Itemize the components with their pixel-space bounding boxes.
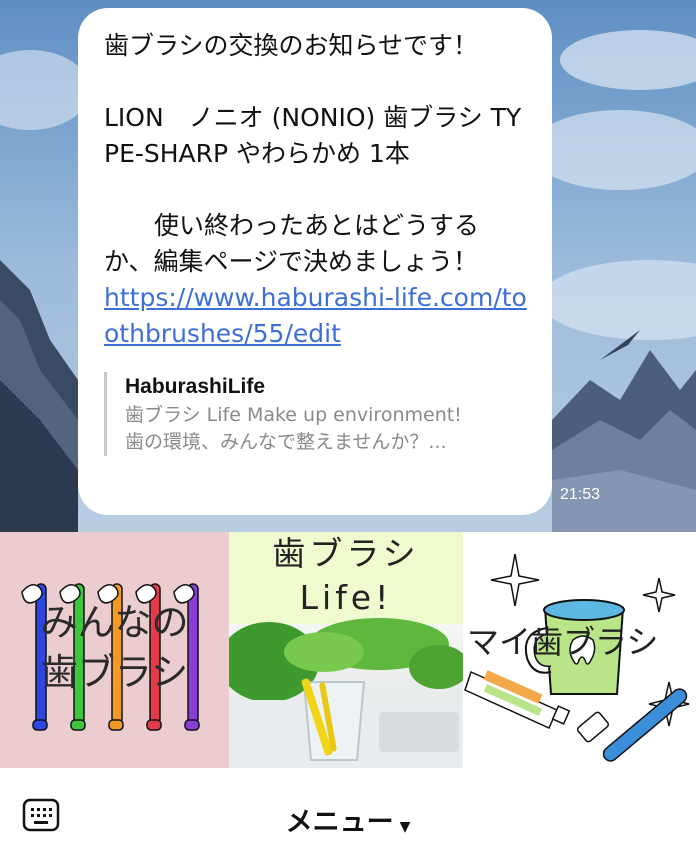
chat-area[interactable]: 歯ブラシの交換のお知らせです！ LION ノニオ (NONIO) 歯ブラシ TY…: [0, 0, 696, 532]
rich-menu: みんなの 歯ブラシ 歯ブラシ Life! マイ歯ブラシ: [0, 532, 696, 768]
rich-menu-haburashi-life[interactable]: 歯ブラシ Life!: [229, 532, 463, 768]
rich-menu-everyone-toothbrush[interactable]: みんなの 歯ブラシ: [0, 532, 229, 768]
rich-menu-label-everyone: みんなの 歯ブラシ: [40, 601, 189, 694]
message-link[interactable]: https://www.haburashi-life.com/toothbrus…: [104, 280, 528, 352]
caret-down-icon: ▼: [399, 818, 411, 835]
rich-menu-my-toothbrush[interactable]: マイ歯ブラシ: [463, 532, 696, 768]
link-preview-description-2: 歯の環境、みんなで整えませんか？...: [125, 431, 447, 453]
link-preview-title: HaburashiLife: [125, 375, 266, 398]
menu-toggle-button[interactable]: メニュー ▼: [0, 800, 696, 839]
link-preview[interactable]: HaburashiLife 歯ブラシ Life Make up environm…: [104, 372, 528, 456]
rich-menu-label-life: 歯ブラシ Life!: [272, 534, 420, 617]
menu-label: メニュー: [285, 807, 394, 838]
message-bubble[interactable]: 歯ブラシの交換のお知らせです！ LION ノニオ (NONIO) 歯ブラシ TY…: [78, 8, 552, 515]
link-preview-description: 歯ブラシ Life Make up environment!: [125, 404, 462, 426]
bottom-bar: メニュー ▼: [0, 768, 696, 852]
message-timestamp: 21:53: [560, 486, 601, 503]
rich-menu-label-my: マイ歯ブラシ: [467, 623, 659, 661]
message-text: 歯ブラシの交換のお知らせです！ LION ノニオ (NONIO) 歯ブラシ TY…: [104, 31, 522, 276]
